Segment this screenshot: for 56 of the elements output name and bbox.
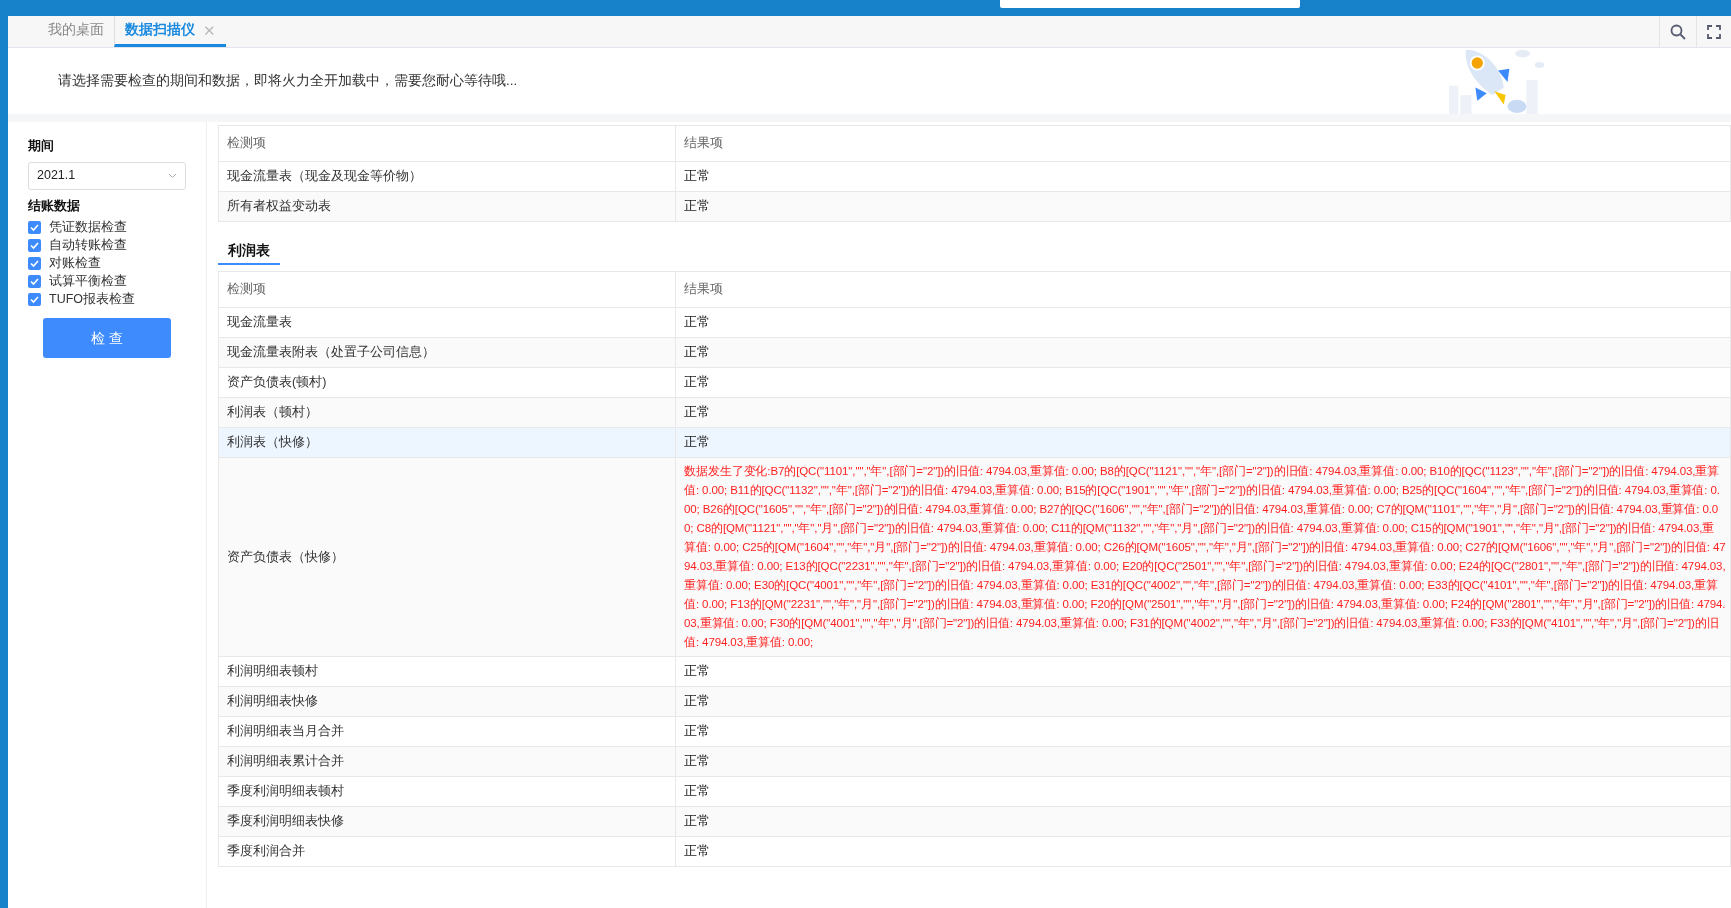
- table-cell: 利润明细表顿村: [219, 657, 676, 687]
- search-icon[interactable]: [1670, 23, 1686, 40]
- table-cell-text: 正常: [683, 168, 711, 186]
- table-cell: 现金流量表: [219, 308, 676, 338]
- table-cell-text: 正常: [683, 434, 711, 452]
- table-cell: 季度利润明细表快修: [219, 807, 676, 837]
- checkbox[interactable]: [28, 220, 41, 234]
- column-header: 检测项: [219, 272, 676, 308]
- checkbox[interactable]: [28, 256, 41, 270]
- table-cell-text: 正常: [683, 843, 711, 861]
- table-cell: 资产负债表（快修）: [219, 458, 676, 657]
- close-icon[interactable]: ✕: [203, 22, 216, 38]
- tab[interactable]: 我的桌面: [38, 16, 114, 47]
- checkbox[interactable]: [28, 274, 41, 288]
- table-cell: 利润表（快修）: [219, 428, 676, 458]
- tab[interactable]: 数据扫描仪 ✕: [114, 16, 226, 47]
- table-cell-text: 正常: [683, 344, 711, 362]
- column-header: 结果项: [683, 135, 724, 153]
- checkbox-label: TUFO报表检查: [49, 290, 136, 308]
- fullscreen-icon[interactable]: [1707, 24, 1721, 39]
- table-cell-text: 正常: [683, 374, 711, 392]
- table-cell: 利润表（顿村）: [219, 398, 676, 428]
- table-cell: 现金流量表（现金及现金等价物）: [219, 162, 676, 191]
- section-title: 利润表: [218, 241, 280, 266]
- checkbox-label: 凭证数据检查: [49, 218, 127, 236]
- table-cell-text: 正常: [683, 753, 711, 771]
- table-cell: 季度利润合并: [219, 837, 676, 867]
- table-cell-text: 正常: [683, 693, 711, 711]
- closing-data-label: 结账数据: [28, 196, 81, 215]
- checkbox[interactable]: [28, 292, 41, 306]
- table-cell-text: 数据发生了变化:B7的[QC("1101","","年",[部门="2"])的旧值: 4794.03,重算值: 0.00; B8的[QC("1121","","年",[部门="2"])的旧值: 4794.03,重算值: 0.00; B10的[QC("1123","","年",[部门="2"])的旧值: 4794.03,重算值: 0.00; B11的[QC("1132","","年",[部门="2"])的旧值: 4794.03,重算值: 0.00; B15的[QC("1901","","年",[部门="2"])的旧值: 4794.03,重算值: 0.00; B25的[QC("1604","","年",[部门="2"])的旧值: 4794.03,重算值: 0.00; B26的[QC("1605","","年",[部门="2"])的旧值: 4794.03,重算值: 0.00; B27的[QC("1606","","年",[部门="2"])的旧值: 4794.03,重算值: 0.00; C7的[QM("1101","","年","月",[部门="2"])的旧值: 4794.03,重算值: 0.00; C8的[QM("1121","","年","月",[部门="2"])的旧值: 4794.03,重算值: 0.00; C11的[QM("1132","","年","月",[部门="2"])的旧值: 4794.03,重算值: 0.00; C15的[QM("1901","","年","月",[部门="2"])的旧值: 4794.03,重算值: 0.00; C25的[QM("1604","","年","月",[部门="2"])的旧值: 4794.03,重算值: 0.00; C26的[QM("1605","","年","月",[部门="2"])的旧值: 4794.03,重算值: 0.00; C27的[QM("1606","","年","月",[部门="2"])的旧值: 4794.03,重算值: 0.00; E13的[QC("2231","","年",[部门="2"])的旧值: 4794.03,重算值: 0.00; E20的[QC("2501","","年",[部门="2"])的旧值: 4794.03,重算值: 0.00; E24的[QC("2801","","年",[部门="2"])的旧值: 4794.03,重算值: 0.00; E30的[QC("4001","","年",[部门="2"])的旧值: 4794.03,重算值: 0.00; E31的[QC("4002","","年",[部门="2"])的旧值: 4794.03,重算值: 0.00; E33的[QC("4101","","年",[部门="2"])的旧值: 4794.03,重算值: 0.00; F13的[QM("2231","","年","月",[部门="2"])的旧值: 4794.03,重算值: 0.00; F20的[QM("2501","","年","月",[部门="2"])的旧值: 4794.03,重算值: 0.00; F24的[QM("2801","","年","月",[部门="2"])的旧值: 4794.03,重算值: 0.00; F30的[QM("4001","","年","月",[部门="2"])的旧值: 4794.03,重算值: 0.00; F31的[QM("4002","","年","月",[部门="2"])的旧值: 4794.03,重算值: 0.00; F33的[QM("4101","","年","月",[部门="2"])的旧值: 4794.03,重算值: 0.00;: [683, 464, 1727, 651]
- table-cell: 资产负债表(顿村): [219, 368, 676, 398]
- table-cell: 现金流量表附表（处置子公司信息）: [219, 338, 676, 368]
- table-cell-text: 正常: [683, 723, 711, 741]
- notice-text: 请选择需要检查的期间和数据，即将火力全开加载中，需要您耐心等待哦...: [58, 71, 518, 90]
- table-cell-text: 正常: [683, 663, 711, 681]
- column-header: 结果项: [683, 281, 724, 299]
- table-cell: 利润明细表快修: [219, 687, 676, 717]
- column-header: 检测项: [219, 126, 676, 161]
- checkbox-label: 试算平衡检查: [49, 272, 127, 290]
- checkbox-label: 自动转账检查: [49, 236, 127, 254]
- table-cell: 季度利润明细表顿村: [219, 777, 676, 807]
- period-select[interactable]: 2021.1: [28, 161, 186, 190]
- checkbox[interactable]: [28, 238, 41, 252]
- table-cell-text: 正常: [683, 783, 711, 801]
- checkbox-label: 对账检查: [49, 254, 101, 272]
- table-cell-text: 正常: [683, 813, 711, 831]
- check-button[interactable]: 检 查: [43, 318, 171, 358]
- table-cell-text: 正常: [683, 314, 711, 332]
- table-cell: 所有者权益变动表: [219, 192, 676, 221]
- table-cell: 利润明细表当月合并: [219, 717, 676, 747]
- period-label: 期间: [28, 137, 55, 155]
- chevron-down-icon: [168, 172, 177, 179]
- table-cell-text: 正常: [683, 198, 711, 216]
- table-cell-text: 正常: [683, 404, 711, 422]
- table-cell: 利润明细表累计合并: [219, 747, 676, 777]
